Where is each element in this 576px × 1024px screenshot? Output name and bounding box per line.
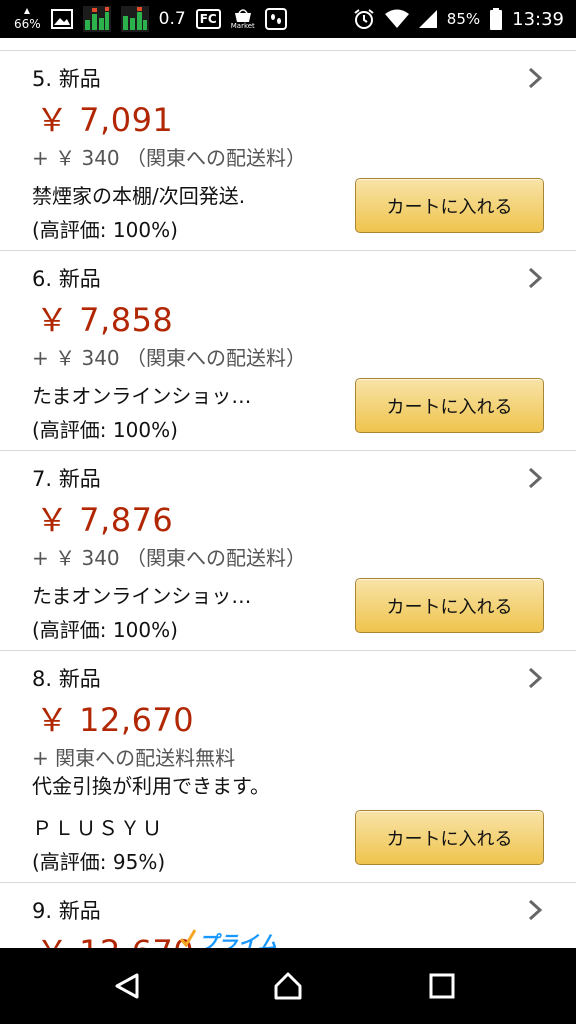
offer-item-6[interactable]: 6. 新品 ￥ 7,858 + ￥ 340 （関東への配送料） たまオンラインシ… xyxy=(0,251,576,451)
status-value: 0.7 xyxy=(158,9,186,29)
add-to-cart-button[interactable]: カートに入れる xyxy=(355,810,544,865)
offer-index: 7. 新品 xyxy=(32,467,101,491)
market-icon: Market xyxy=(231,8,255,30)
back-button[interactable] xyxy=(104,962,152,1010)
prime-check-icon xyxy=(180,929,196,947)
seller-rating: (高評価: 100%) xyxy=(32,218,178,242)
battery-percent: 85% xyxy=(446,10,481,28)
cell-signal-icon xyxy=(418,10,437,28)
seller-rating: (高評価: 100%) xyxy=(32,418,178,442)
offer-price: ￥ 12,670 xyxy=(36,701,195,739)
add-to-cart-button[interactable]: カートに入れる xyxy=(355,378,544,433)
offer-index: 5. 新品 xyxy=(32,67,101,91)
add-to-cart-button[interactable]: カートに入れる xyxy=(355,578,544,633)
offer-item-8[interactable]: 8. 新品 ￥ 12,670 + 関東への配送料無料 代金引換が利用できます。 … xyxy=(0,651,576,883)
offer-item-9[interactable]: 9. 新品 ￥ 12,670 プライム xyxy=(0,883,576,948)
gallery-icon xyxy=(50,9,73,29)
offer-price: ￥ 12,670 xyxy=(36,927,194,948)
recents-square-icon xyxy=(429,973,455,999)
alarm-icon xyxy=(353,8,375,30)
footprint-icon xyxy=(264,8,287,30)
offer-price: ￥ 7,876 xyxy=(36,501,174,539)
offer-item-5[interactable]: 5. 新品 ￥ 7,091 + ￥ 340 （関東への配送料） 禁煙家の本棚/次… xyxy=(0,51,576,251)
seller-name[interactable]: たまオンラインショッ… xyxy=(32,580,251,609)
seller-name[interactable]: 禁煙家の本棚/次回発送. xyxy=(32,180,245,209)
battery-icon xyxy=(490,8,503,30)
status-bar-right: 85% 13:39 xyxy=(353,0,564,38)
back-triangle-icon xyxy=(115,973,139,999)
prime-badge: プライム xyxy=(198,931,278,948)
seller-rating: (高評価: 95%) xyxy=(32,850,166,874)
recents-button[interactable] xyxy=(418,962,466,1010)
cod-note: 代金引換が利用できます。 xyxy=(32,774,270,798)
meter-green-icon xyxy=(82,6,111,32)
clock: 13:39 xyxy=(512,8,564,30)
status-bar: 66% 0.7 FC Market 85% 13:39 xyxy=(0,0,576,38)
offer-index: 9. 新品 xyxy=(32,899,101,923)
offer-price: ￥ 7,858 xyxy=(36,301,174,339)
chevron-right-icon[interactable] xyxy=(526,267,544,289)
chevron-right-icon[interactable] xyxy=(526,667,544,689)
offer-index: 8. 新品 xyxy=(32,667,101,691)
seller-name[interactable]: ＰＬＵＳＹＵ xyxy=(32,812,164,841)
shipping-fee: + ￥ 340 （関東への配送料） xyxy=(32,346,307,370)
meter-green-icon-2 xyxy=(120,6,149,32)
fc-icon: FC xyxy=(195,9,221,29)
offer-price: ￥ 7,091 xyxy=(36,101,174,139)
home-circle-icon xyxy=(274,972,302,1000)
add-to-cart-button[interactable]: カートに入れる xyxy=(355,178,544,233)
home-button[interactable] xyxy=(264,962,312,1010)
shipping-fee: + ￥ 340 （関東への配送料） xyxy=(32,146,307,170)
chevron-right-icon[interactable] xyxy=(526,467,544,489)
offer-list: 5. 新品 ￥ 7,091 + ￥ 340 （関東への配送料） 禁煙家の本棚/次… xyxy=(0,38,576,948)
shipping-fee: + ￥ 340 （関東への配送料） xyxy=(32,546,307,570)
chevron-right-icon[interactable] xyxy=(526,67,544,89)
navigation-bar xyxy=(0,948,576,1024)
shipping-fee: + 関東への配送料無料 xyxy=(32,746,236,770)
offer-item-7[interactable]: 7. 新品 ￥ 7,876 + ￥ 340 （関東への配送料） たまオンラインシ… xyxy=(0,451,576,651)
seller-name[interactable]: たまオンラインショッ… xyxy=(32,380,251,409)
seller-rating: (高評価: 100%) xyxy=(32,618,178,642)
chevron-right-icon[interactable] xyxy=(526,899,544,921)
wifi-icon xyxy=(384,9,409,29)
signal-meter-icon: 66% xyxy=(14,8,41,30)
offer-index: 6. 新品 xyxy=(32,267,101,291)
status-bar-left: 66% 0.7 FC Market xyxy=(14,0,287,38)
